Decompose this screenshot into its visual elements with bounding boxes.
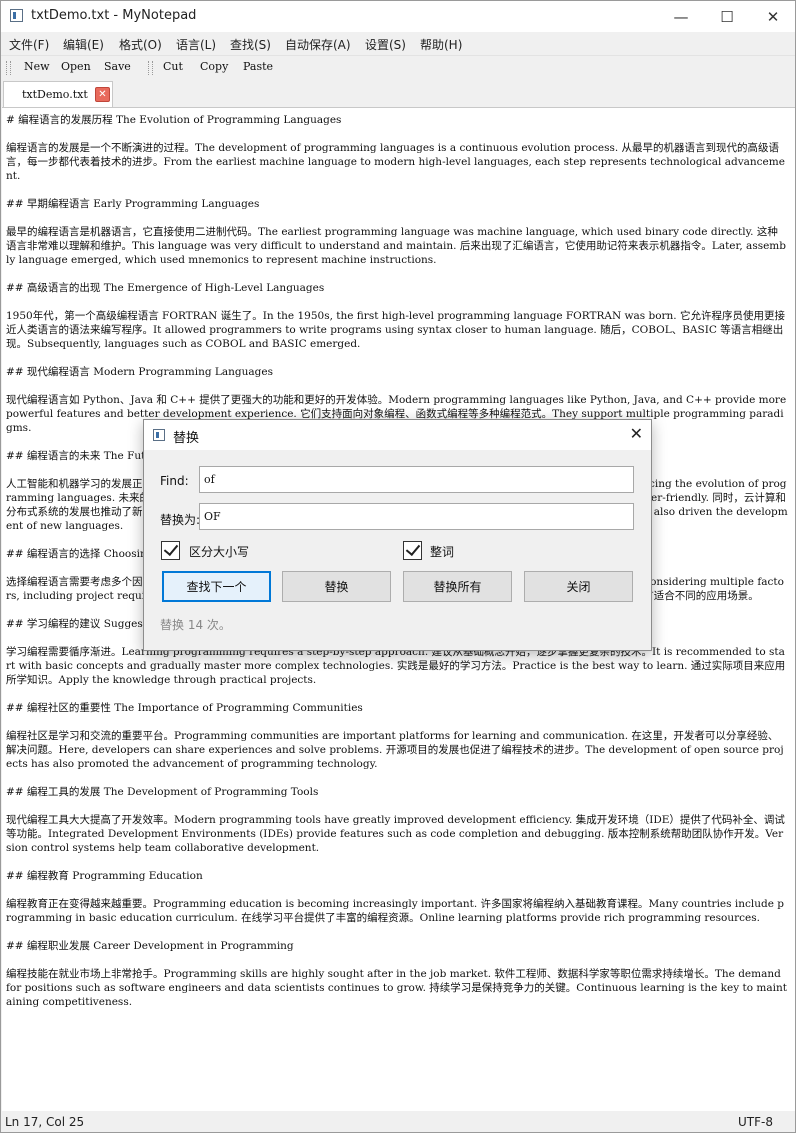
title-bar[interactable]: txtDemo.txt - MyNotepad — ☐ ✕ — [1, 1, 795, 32]
menu-settings[interactable]: 设置(S) — [365, 36, 406, 53]
menu-edit[interactable]: 编辑(E) — [63, 36, 104, 53]
status-bar: Ln 17, Col 25 UTF-8 — [1, 1111, 795, 1132]
window-title: txtDemo.txt - MyNotepad — [31, 8, 197, 23]
cut-button[interactable]: Cut — [163, 60, 183, 73]
cursor-position: Ln 17, Col 25 — [5, 1115, 85, 1129]
menu-language[interactable]: 语言(L) — [176, 36, 216, 53]
replace-input[interactable]: OF — [199, 503, 634, 530]
replace-dialog: 替换 ✕ Find: of 替换为: OF 区分大小写 整词 查找下一个 替换 … — [143, 419, 652, 651]
find-label: Find: — [160, 474, 189, 488]
dialog-title: 替换 — [173, 431, 200, 446]
whole-word-label: 整词 — [430, 545, 455, 559]
menu-autosave[interactable]: 自动保存(A) — [285, 36, 351, 53]
replace-all-button[interactable]: 替换所有 — [403, 571, 512, 602]
close-icon[interactable]: ✕ — [750, 1, 795, 32]
dialog-close-icon[interactable]: ✕ — [630, 424, 643, 443]
case-sensitive-checkbox[interactable] — [161, 541, 180, 560]
copy-button[interactable]: Copy — [200, 60, 228, 73]
notepad-app-icon — [10, 9, 23, 22]
find-next-button[interactable]: 查找下一个 — [162, 571, 271, 602]
menu-help[interactable]: 帮助(H) — [420, 36, 462, 53]
paste-button[interactable]: Paste — [243, 60, 273, 73]
find-input[interactable]: of — [199, 466, 634, 493]
new-button[interactable]: New — [24, 60, 50, 73]
dialog-close-button[interactable]: 关闭 — [524, 571, 633, 602]
encoding-label: UTF-8 — [738, 1115, 773, 1129]
dialog-app-icon — [153, 429, 165, 441]
tab-txtdemo[interactable]: txtDemo.txt ✕ — [3, 81, 113, 108]
replace-button[interactable]: 替换 — [282, 571, 391, 602]
menu-format[interactable]: 格式(O) — [119, 36, 162, 53]
menu-file[interactable]: 文件(F) — [9, 36, 49, 53]
open-button[interactable]: Open — [61, 60, 91, 73]
replace-status: 替换 14 次。 — [160, 618, 231, 632]
minimize-icon[interactable]: — — [658, 1, 704, 32]
toolbar: New Open Save Cut Copy Paste — [1, 55, 795, 80]
tab-label: txtDemo.txt — [22, 88, 88, 101]
maximize-icon[interactable]: ☐ — [704, 1, 750, 32]
dialog-title-bar[interactable]: 替换 ✕ — [144, 420, 651, 450]
replace-label: 替换为: — [160, 513, 201, 527]
toolbar-grip[interactable] — [6, 61, 11, 75]
tab-close-icon[interactable]: ✕ — [95, 87, 110, 102]
menu-search[interactable]: 查找(S) — [230, 36, 271, 53]
whole-word-checkbox[interactable] — [403, 541, 422, 560]
tab-bar: txtDemo.txt ✕ — [1, 79, 795, 108]
case-sensitive-label: 区分大小写 — [189, 545, 250, 559]
toolbar-grip[interactable] — [148, 61, 153, 75]
save-button[interactable]: Save — [104, 60, 131, 73]
menu-bar: 文件(F) 编辑(E) 格式(O) 语言(L) 查找(S) 自动保存(A) 设置… — [1, 32, 795, 55]
